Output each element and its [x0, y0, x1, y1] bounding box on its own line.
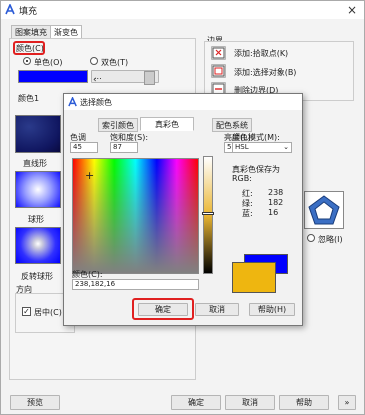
reverse-sphere-gradient-swatch[interactable] — [15, 227, 61, 264]
select-objects-icon — [212, 65, 225, 77]
single-color-label: 单色(O) — [34, 58, 63, 67]
hue-input[interactable]: 45 — [70, 142, 98, 153]
sphere-gradient-label: 球形 — [28, 215, 44, 224]
select-color-dialog: 选择颜色 索引颜色 真彩色 配色系统 色调 45 饱和度(S): 87 亮度(L… — [63, 93, 303, 326]
more-options-button[interactable]: » — [338, 395, 356, 410]
ignore-radio[interactable] — [307, 234, 315, 242]
dialog-ok-button[interactable]: 确定 — [138, 303, 188, 316]
color-mode-value: HSL — [235, 143, 249, 151]
pentagon-icon — [308, 195, 340, 225]
single-color-radio[interactable] — [23, 57, 31, 65]
center-checkbox[interactable]: ✓ — [22, 307, 31, 316]
sphere-gradient-swatch[interactable] — [15, 171, 61, 208]
dialog-help-button[interactable]: 帮助(H) — [249, 303, 295, 316]
chevron-down-icon: ⌄ — [283, 143, 289, 151]
picker-crosshair-icon[interactable]: + — [85, 169, 94, 182]
saturation-input[interactable]: 87 — [110, 142, 138, 153]
island-style-preview — [304, 191, 344, 229]
blue-label: 蓝: — [242, 209, 253, 218]
saved-format-label: RGB: — [232, 174, 252, 183]
green-value: 182 — [268, 198, 284, 207]
shade-slider-left-icon[interactable]: ‹ — [93, 75, 97, 85]
ok-button[interactable]: 确定 — [171, 395, 221, 410]
tab-true-color[interactable]: 真彩色 — [140, 117, 194, 131]
shade-slider-thumb[interactable] — [144, 71, 155, 85]
new-color-swatch — [232, 262, 276, 293]
pick-points-button[interactable] — [211, 46, 226, 60]
cancel-button[interactable]: 取消 — [225, 395, 275, 410]
blue-value: 16 — [268, 208, 279, 217]
tab-gradient[interactable]: 渐变色 — [50, 25, 82, 39]
title-bar: 填充 × — [1, 1, 364, 19]
two-color-radio[interactable] — [90, 57, 98, 65]
dialog-app-icon — [68, 97, 77, 107]
luminance-bar[interactable] — [203, 156, 213, 274]
hatch-fill-window: 填充 × 图案填充 渐变色 颜色(C) 单色(O) 双色(T) ... ‹ 颜色… — [0, 0, 365, 415]
pick-points-icon — [212, 47, 225, 59]
preview-button[interactable]: 预览 — [10, 395, 60, 410]
app-icon — [5, 4, 15, 15]
dialog-title: 选择颜色 — [80, 98, 112, 107]
reverse-sphere-label: 反转球形 — [21, 272, 53, 281]
select-objects-button[interactable] — [211, 64, 226, 78]
pick-points-label[interactable]: 添加:拾取点(K) — [234, 48, 288, 59]
help-button[interactable]: 帮助 — [279, 395, 329, 410]
linear-gradient-swatch[interactable] — [15, 115, 61, 153]
tab-index-color[interactable]: 索引颜色 — [98, 118, 138, 132]
color-value-input[interactable]: 238,182,16 — [72, 279, 199, 290]
color-mode-select[interactable]: HSL ⌄ — [232, 142, 292, 153]
window-title: 填充 — [19, 7, 38, 17]
color-section-label: 颜色(C) — [16, 44, 44, 53]
two-color-label: 双色(T) — [101, 58, 129, 67]
dialog-cancel-button[interactable]: 取消 — [195, 303, 239, 316]
tab-hatch-pattern[interactable]: 图案填充 — [11, 25, 51, 39]
color1-label: 颜色1 — [18, 94, 40, 103]
linear-gradient-label: 直线形 — [23, 159, 47, 168]
center-label: 居中(C) — [34, 308, 62, 317]
select-objects-label[interactable]: 添加:选择对象(B) — [234, 67, 296, 78]
ignore-label: 忽略(I) — [318, 235, 343, 244]
luminance-slider-thumb[interactable] — [202, 212, 214, 215]
red-value: 238 — [268, 188, 284, 197]
dialog-title-bar: 选择颜色 — [64, 94, 302, 110]
color1-swatch — [18, 70, 88, 83]
tab-color-books[interactable]: 配色系统 — [212, 118, 252, 132]
close-icon[interactable]: × — [345, 3, 359, 17]
